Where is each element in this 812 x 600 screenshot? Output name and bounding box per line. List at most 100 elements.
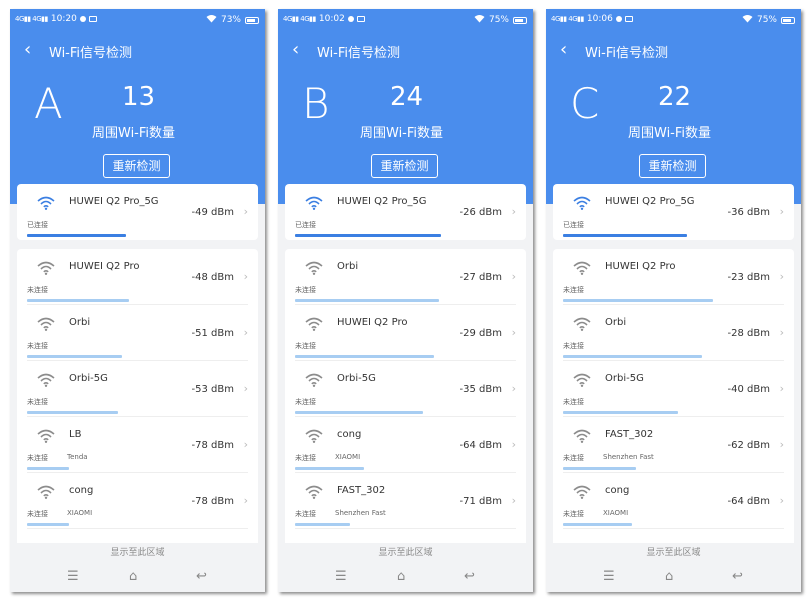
- connection-status: 未连接: [295, 398, 316, 406]
- network-row[interactable]: HUWEI Q2 Pro 未连接 -23 dBm ›: [553, 249, 794, 305]
- signal-dbm: -48 dBm: [191, 272, 234, 283]
- wifi-count-caption: 周围Wi-Fi数量: [92, 126, 176, 141]
- signal-dbm: -62 dBm: [727, 440, 770, 451]
- network-row[interactable]: HUWEI Q2 Pro 未连接 -29 dBm ›: [285, 305, 526, 361]
- network-row[interactable]: cong 未连接 XIAOMI -64 dBm ›: [553, 473, 794, 529]
- recheck-button[interactable]: 重新检测: [103, 154, 170, 178]
- chevron-right-icon: ›: [779, 438, 784, 451]
- connection-status: 未连接: [27, 398, 48, 406]
- row-divider: [295, 528, 516, 529]
- wifi-signal-icon: [305, 484, 323, 499]
- image-icon: [88, 16, 97, 22]
- nearby-list: HUWEI Q2 Pro 未连接 -48 dBm › Orbi 未连接 -51 dBm › Or…: [17, 249, 258, 549]
- battery-icon: [781, 16, 795, 24]
- router-vendor: XIAOMI: [67, 509, 93, 517]
- signal-dbm: -71 dBm: [459, 496, 502, 507]
- network-row[interactable]: cong 未连接 XIAOMI -78 dBm ›: [17, 473, 258, 529]
- wifi-signal-icon: [37, 428, 55, 443]
- wifi-signal-icon: [573, 428, 591, 443]
- chevron-right-icon: ›: [779, 382, 784, 395]
- footer-hint: 显示至此区域: [378, 548, 433, 558]
- back-button[interactable]: ‹: [560, 41, 567, 59]
- signal-strength-bar: [563, 467, 636, 470]
- network-row[interactable]: FAST_302 未连接 Shenzhen Fast -71 dBm ›: [285, 473, 526, 529]
- network-row[interactable]: Orbi 未连接 -28 dBm ›: [553, 305, 794, 361]
- network-ssid: cong: [605, 485, 630, 496]
- wifi-signal-icon: [573, 260, 591, 275]
- cellular-signal-icon: 4G▮▮ 4G▮▮: [15, 15, 48, 23]
- signal-strength-bar: [27, 467, 69, 470]
- menu-icon[interactable]: ☰: [603, 569, 615, 584]
- network-ssid: FAST_302: [605, 429, 654, 440]
- top-nav: ‹ Wi-Fi信号检测: [278, 37, 533, 63]
- network-row[interactable]: Orbi 未连接 -51 dBm ›: [17, 305, 258, 361]
- network-row[interactable]: FAST_302 未连接 Shenzhen Fast -62 dBm ›: [553, 417, 794, 473]
- panel-letter: A: [34, 79, 63, 128]
- connection-status: 未连接: [27, 454, 48, 462]
- network-ssid: HUWEI Q2 Pro: [69, 261, 140, 272]
- clock: 10:06: [586, 14, 613, 24]
- signal-dbm: -78 dBm: [191, 496, 234, 507]
- chevron-right-icon: ›: [779, 326, 784, 339]
- signal-strength-bar: [295, 355, 434, 358]
- footer-hint: 显示至此区域: [110, 548, 165, 558]
- signal-dbm: -64 dBm: [727, 496, 770, 507]
- chat-icon: [79, 16, 86, 22]
- top-nav: ‹ Wi-Fi信号检测: [546, 37, 801, 63]
- wifi-signal-icon: [573, 316, 591, 331]
- panel-letter: B: [302, 79, 330, 128]
- return-icon[interactable]: ↩: [464, 569, 475, 584]
- network-ssid: HUWEI Q2 Pro_5G: [69, 196, 159, 207]
- network-ssid: HUWEI Q2 Pro_5G: [605, 196, 695, 207]
- home-icon[interactable]: ⌂: [665, 569, 673, 584]
- return-icon[interactable]: ↩: [196, 569, 207, 584]
- wifi-signal-icon: [305, 316, 323, 331]
- wifi-signal-icon: [305, 372, 323, 387]
- wifi-signal-icon: [37, 316, 55, 331]
- connected-network-row[interactable]: HUWEI Q2 Pro_5G 已连接 -49 dBm ›: [17, 184, 258, 240]
- status-bar: 4G▮▮ 4G▮▮ 10:20 73%: [10, 9, 265, 31]
- chevron-right-icon: ›: [511, 270, 516, 283]
- home-icon[interactable]: ⌂: [129, 569, 137, 584]
- page-title: Wi-Fi信号检测: [49, 46, 133, 61]
- connected-network-row[interactable]: HUWEI Q2 Pro_5G 已连接 -36 dBm ›: [553, 184, 794, 240]
- network-row[interactable]: LB 未连接 Tenda -78 dBm ›: [17, 417, 258, 473]
- home-icon[interactable]: ⌂: [397, 569, 405, 584]
- back-button[interactable]: ‹: [292, 41, 299, 59]
- wifi-signal-icon: [305, 428, 323, 443]
- recheck-button[interactable]: 重新检测: [639, 154, 706, 178]
- system-nav-bar: ☰ ⌂ ↩: [10, 563, 265, 591]
- chevron-right-icon: ›: [779, 494, 784, 507]
- network-row[interactable]: cong 未连接 XIAOMI -64 dBm ›: [285, 417, 526, 473]
- connection-status: 未连接: [295, 286, 316, 294]
- network-ssid: FAST_302: [337, 485, 386, 496]
- network-row[interactable]: Orbi-5G 未连接 -53 dBm ›: [17, 361, 258, 417]
- connection-status: 已连接: [563, 221, 584, 229]
- network-row[interactable]: HUWEI Q2 Pro 未连接 -48 dBm ›: [17, 249, 258, 305]
- signal-dbm: -35 dBm: [459, 384, 502, 395]
- header: 4G▮▮ 4G▮▮ 10:06 75% ‹ Wi-Fi信号检测 C 22 周围W…: [546, 9, 801, 204]
- network-ssid: cong: [337, 429, 362, 440]
- back-button[interactable]: ‹: [24, 41, 31, 59]
- network-row[interactable]: Orbi 未连接 -27 dBm ›: [285, 249, 526, 305]
- wifi-status-icon: [742, 14, 753, 26]
- connection-status: 已连接: [27, 221, 48, 229]
- wifi-signal-icon: [305, 195, 323, 210]
- router-vendor: XIAOMI: [335, 453, 361, 461]
- row-divider: [27, 528, 248, 529]
- connected-network-row[interactable]: HUWEI Q2 Pro_5G 已连接 -26 dBm ›: [285, 184, 526, 240]
- return-icon[interactable]: ↩: [732, 569, 743, 584]
- menu-icon[interactable]: ☰: [335, 569, 347, 584]
- network-ssid: Orbi-5G: [69, 373, 108, 384]
- network-ssid: cong: [69, 485, 94, 496]
- image-icon: [356, 16, 365, 22]
- network-row[interactable]: Orbi-5G 未连接 -40 dBm ›: [553, 361, 794, 417]
- battery-percent: 73%: [220, 15, 241, 25]
- footer: 显示至此区域 ☰ ⌂ ↩: [546, 543, 801, 592]
- network-row[interactable]: Orbi-5G 未连接 -35 dBm ›: [285, 361, 526, 417]
- recheck-button[interactable]: 重新检测: [371, 154, 438, 178]
- signal-dbm: -78 dBm: [191, 440, 234, 451]
- chevron-right-icon: ›: [511, 438, 516, 451]
- cellular-signal-icon: 4G▮▮ 4G▮▮: [283, 15, 316, 23]
- menu-icon[interactable]: ☰: [67, 569, 79, 584]
